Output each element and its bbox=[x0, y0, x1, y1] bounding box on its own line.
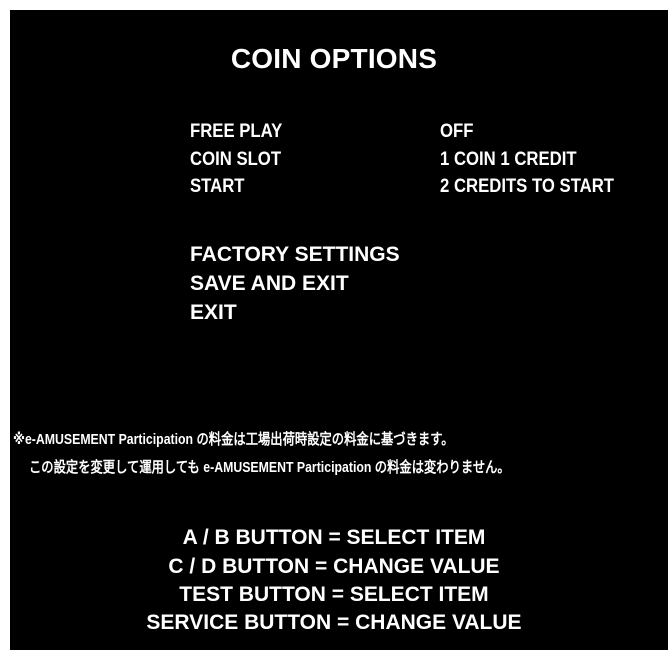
menu-item-exit[interactable]: EXIT bbox=[190, 301, 237, 325]
help-line-service-button: SERVICE BUTTON = CHANGE VALUE bbox=[146, 611, 522, 634]
help-line-test-button: TEST BUTTON = SELECT ITEM bbox=[179, 583, 489, 606]
menu-item-factory-settings[interactable]: FACTORY SETTINGS bbox=[190, 243, 400, 267]
menu-item-save-and-exit[interactable]: SAVE AND EXIT bbox=[190, 272, 349, 296]
option-value-free-play[interactable]: OFF bbox=[440, 121, 473, 143]
option-value-coin-slot[interactable]: 1 COIN 1 CREDIT bbox=[440, 149, 577, 171]
pricing-note-line-1: ※e-AMUSEMENT Participation の料金は工場出荷時設定の料… bbox=[13, 431, 454, 448]
option-label-free-play[interactable]: FREE PLAY bbox=[190, 121, 282, 143]
option-label-coin-slot[interactable]: COIN SLOT bbox=[190, 149, 281, 171]
option-label-start[interactable]: START bbox=[190, 176, 244, 198]
option-value-start[interactable]: 2 CREDITS TO START bbox=[440, 176, 614, 198]
page-title: COIN OPTIONS bbox=[230, 43, 438, 74]
pricing-note-line-2: この設定を変更して運用しても e-AMUSEMENT Participation… bbox=[29, 459, 510, 476]
help-line-ab-button: A / B BUTTON = SELECT ITEM bbox=[182, 526, 486, 549]
help-line-cd-button: C / D BUTTON = CHANGE VALUE bbox=[168, 555, 500, 578]
operator-menu-screen: COIN OPTIONS FREE PLAY OFF COIN SLOT 1 C… bbox=[10, 10, 668, 650]
